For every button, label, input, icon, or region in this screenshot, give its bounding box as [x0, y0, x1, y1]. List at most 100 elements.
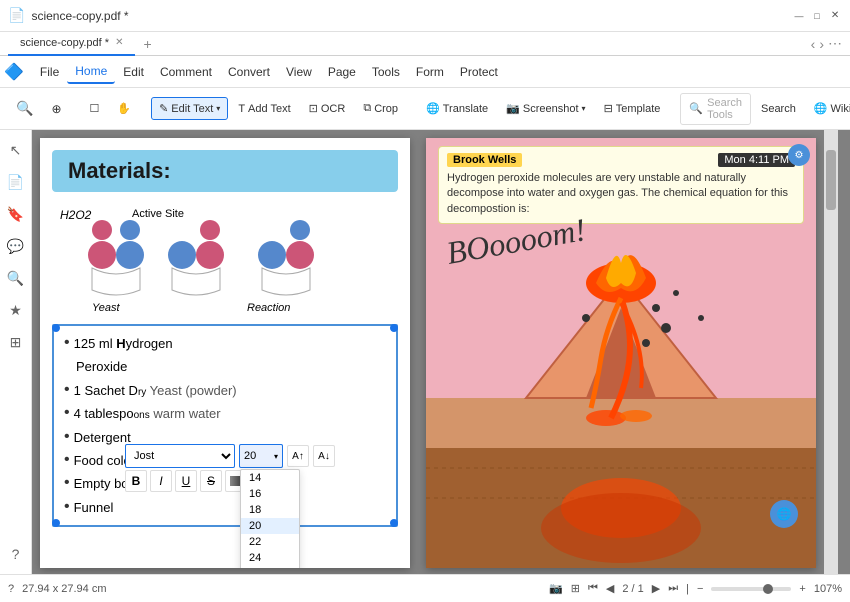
zoom-out-status-button[interactable]: − [697, 583, 703, 595]
font-size-24[interactable]: 24 [241, 550, 299, 566]
tab-close-button[interactable]: ✕ [115, 37, 123, 48]
menu-file[interactable]: File [32, 61, 67, 83]
hand-button[interactable]: ✋ [109, 97, 139, 120]
font-size-value: 20 [244, 450, 256, 462]
nav-forward-button[interactable]: › [819, 36, 824, 52]
selection-handle-bl[interactable] [52, 519, 60, 527]
sidebar-icon-cursor[interactable]: ↖ [4, 138, 28, 162]
template-button[interactable]: ⊟ Template [596, 97, 669, 120]
window-title: science-copy.pdf * [31, 9, 792, 23]
dropdown-icon: ▾ [216, 104, 220, 113]
menu-convert[interactable]: Convert [220, 61, 278, 83]
page-info: 2 / 1 [622, 583, 643, 595]
font-size-18[interactable]: 18 [241, 502, 299, 518]
sidebar-icon-layers[interactable]: ⊞ [4, 330, 28, 354]
ocr-button[interactable]: ⊡ OCR [301, 97, 354, 120]
format-row: B I U S ▾ [125, 470, 335, 492]
increase-size-button[interactable]: A↑ [287, 445, 309, 467]
font-select[interactable]: Jost [125, 444, 235, 468]
screenshot-icon: 📷 [506, 102, 520, 115]
minimize-button[interactable]: — [792, 9, 806, 23]
menu-protect[interactable]: Protect [452, 61, 506, 83]
hand-icon: ✋ [117, 102, 131, 115]
materials-title: Materials: [68, 158, 171, 183]
selection-handle-tl[interactable] [52, 324, 60, 332]
add-text-button[interactable]: T Add Text [230, 98, 298, 120]
search-placeholder: Search Tools [707, 97, 742, 121]
snapshot-button[interactable]: 📷 [549, 582, 563, 595]
menu-edit[interactable]: Edit [115, 61, 152, 83]
zoom-out-button[interactable]: 🔍 [8, 95, 41, 122]
menu-items: File Home Edit Comment Convert View Page… [32, 60, 506, 84]
translate-button[interactable]: 🌐 Translate [418, 97, 496, 120]
zoom-slider[interactable] [711, 587, 791, 591]
nav-back-button[interactable]: ‹ [811, 36, 816, 52]
italic-button[interactable]: I [150, 470, 172, 492]
zoom-in-status-button[interactable]: + [799, 583, 805, 595]
first-page-button[interactable]: ⏮ [588, 582, 598, 595]
search-tools-box[interactable]: 🔍 Search Tools [680, 93, 751, 125]
menu-tools[interactable]: Tools [364, 61, 408, 83]
screenshot-button[interactable]: 📷 Screenshot ▾ [498, 97, 593, 120]
new-tab-button[interactable]: + [135, 36, 159, 52]
volcano-svg [426, 248, 816, 568]
font-size-16[interactable]: 16 [241, 486, 299, 502]
sidebar-icon-search[interactable]: 🔍 [4, 266, 28, 290]
sidebar-icon-star[interactable]: ★ [4, 298, 28, 322]
options-button[interactable]: ⋯ [828, 35, 842, 52]
list-item: • 1 Sachet Dry Yeast (powder) [64, 379, 386, 402]
sidebar-icon-page[interactable]: 📄 [4, 170, 28, 194]
sidebar-icon-comment[interactable]: 💬 [4, 234, 28, 258]
crop-button[interactable]: ⧉ Crop [355, 97, 406, 120]
font-size-14[interactable]: 14 [241, 470, 299, 486]
search-button[interactable]: Search [753, 98, 804, 120]
strikethrough-button[interactable]: S [200, 470, 222, 492]
menu-home[interactable]: Home [67, 60, 115, 84]
font-size-20[interactable]: 20 [241, 518, 299, 534]
font-size-box[interactable]: 20 ▾ 14 16 18 20 22 24 26 28 [239, 444, 283, 468]
menu-comment[interactable]: Comment [152, 61, 220, 83]
sidebar-icon-help[interactable]: ? [4, 542, 28, 566]
page-settings-button[interactable]: ⚙ [788, 144, 810, 166]
zoom-in-button[interactable]: ⊕ [43, 97, 69, 121]
maximize-button[interactable]: □ [810, 9, 824, 23]
menu-page[interactable]: Page [320, 61, 364, 83]
ribbon-menu: 🔷 File Home Edit Comment Convert View Pa… [0, 56, 850, 88]
chat-bubble: Brook Wells Mon 4:11 PM Hydrogen peroxid… [438, 146, 804, 224]
help-icon[interactable]: ? [8, 583, 14, 595]
edit-text-button[interactable]: ✎ Edit Text ▾ [151, 97, 228, 120]
wikipedia-icon: 🌐 [814, 102, 828, 115]
sidebar-icon-bookmark[interactable]: 🔖 [4, 202, 28, 226]
bottom-action-button[interactable]: 🌐 [770, 500, 798, 528]
select-button[interactable]: ☐ [82, 97, 108, 120]
fit-page-button[interactable]: ⊞ [571, 582, 580, 595]
close-button[interactable]: ✕ [828, 9, 842, 23]
list-item: • 125 ml Hydrogen [64, 332, 386, 355]
font-size-22[interactable]: 22 [241, 534, 299, 550]
selection-handle-tr[interactable] [390, 324, 398, 332]
item-3: 4 tablespoons warm water [74, 402, 221, 425]
wikipedia-button[interactable]: 🌐 Wikipedia [806, 97, 850, 120]
decrease-size-button[interactable]: A↓ [313, 445, 335, 467]
add-text-icon: T [238, 103, 245, 115]
menu-view[interactable]: View [278, 61, 320, 83]
right-scrollbar[interactable] [824, 130, 838, 574]
menu-form[interactable]: Form [408, 61, 452, 83]
prev-page-button[interactable]: ◀ [606, 582, 614, 595]
app-logo: 🔷 [4, 62, 24, 82]
bold-button[interactable]: B [125, 470, 147, 492]
molecule-area: H2O2 Active Site [52, 200, 398, 320]
scroll-thumb[interactable] [826, 150, 836, 210]
font-size-dropdown[interactable]: 14 16 18 20 22 24 26 28 [240, 469, 300, 568]
zoom-slider-thumb[interactable] [763, 584, 773, 594]
font-size-26[interactable]: 26 [241, 566, 299, 568]
underline-button[interactable]: U [175, 470, 197, 492]
next-page-button[interactable]: ▶ [652, 582, 660, 595]
last-page-button[interactable]: ⏭ [668, 582, 678, 595]
selection-handle-br[interactable] [390, 519, 398, 527]
main-area: ↖ 📄 🔖 💬 🔍 ★ ⊞ ? Materials: H2O2 Active S… [0, 130, 850, 574]
materials-header: Materials: [52, 150, 398, 192]
tab-document[interactable]: science-copy.pdf * ✕ [8, 32, 135, 56]
chat-text: Hydrogen peroxide molecules are very uns… [447, 171, 795, 217]
item-4: Detergent [74, 426, 131, 449]
